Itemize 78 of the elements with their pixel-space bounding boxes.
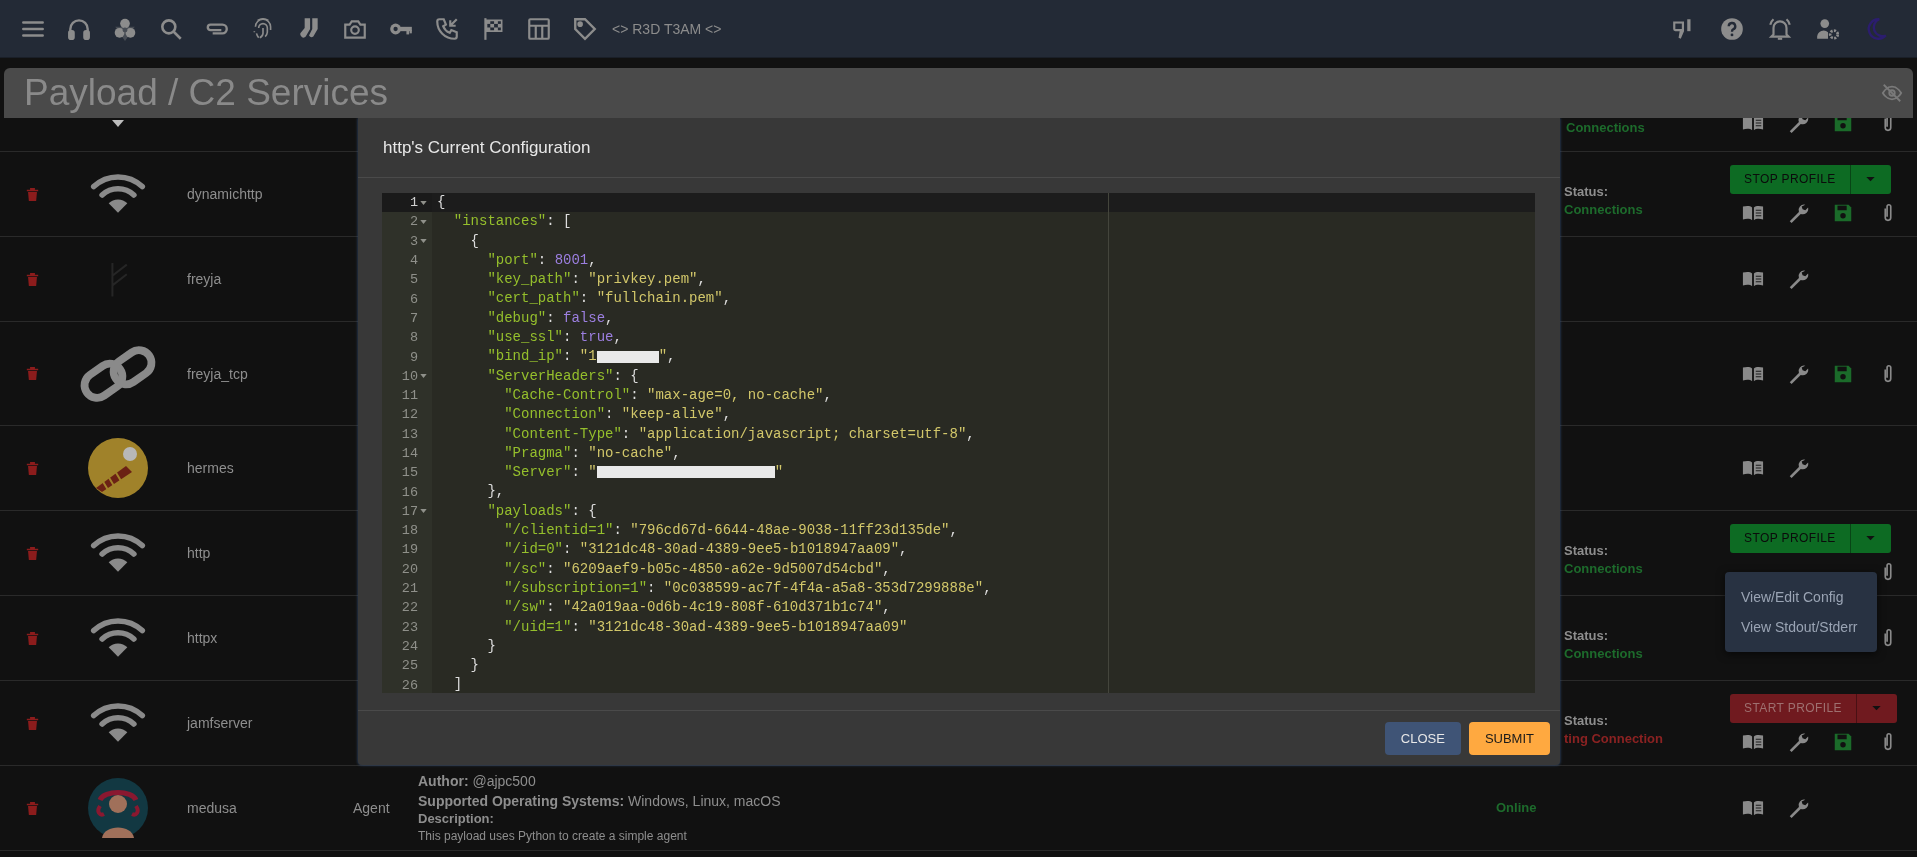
code-line: "/uid=1": "3121dc48-30ad-4389-9ee5-b1018947aa09": [503, 618, 908, 635]
code-line: "Connection": "keep-alive",: [503, 406, 732, 423]
code-line: "/sw": "42a019aa-0d6b-4c19-808f-610d371b1c74",: [503, 599, 891, 616]
line-number: 24: [401, 638, 418, 654]
code-line: "key_path": "privkey.pem",: [486, 271, 706, 288]
line-number: 14: [401, 446, 418, 461]
line-number: 18: [401, 523, 418, 539]
code-line: "use_ssl": true,: [486, 329, 622, 346]
line-number: 7: [409, 310, 418, 326]
description-text: This payload uses Python to create a simple agent: [418, 827, 688, 845]
line-number: 19: [401, 542, 418, 558]
code-line: "Cache-Control": "max-age=0, no-cache",: [503, 386, 832, 403]
status-value: Connections: [1564, 560, 1644, 578]
code-line: ]: [452, 676, 463, 693]
dialog-title: http's Current Configuration: [383, 137, 591, 158]
status-value: Connections: [1564, 201, 1644, 219]
payload-name: medusa: [187, 800, 237, 816]
status-label: Status:: [1564, 627, 1610, 645]
line-number: 21: [401, 581, 418, 597]
code-line: "instances": [: [452, 213, 572, 230]
payload-name: freyja_tcp: [187, 365, 248, 382]
line-number: 8: [409, 330, 418, 346]
code-line: "/id=0": "3121dc48-30ad-4389-9ee5-b1018947aa09",: [503, 541, 908, 558]
line-number: 2: [409, 214, 418, 230]
code-line: }: [486, 637, 496, 654]
code-line: {: [469, 232, 479, 249]
payload-name: jamfserver: [187, 715, 253, 731]
line-number: 20: [401, 561, 418, 577]
payload-name: httpx: [187, 630, 218, 646]
payload-type: Agent: [353, 800, 390, 816]
status-value: Online: [1496, 799, 1538, 817]
code-line: "cert_path": "fullchain.pem",: [486, 290, 732, 307]
code-line: "port": 8001,: [486, 251, 597, 268]
status-value: ting Connection: [1564, 730, 1664, 748]
line-number: 22: [401, 600, 418, 616]
code-line: "ServerHeaders": {: [486, 367, 639, 384]
line-number: 12: [401, 407, 418, 423]
code-line: "/clientid=1": "796cd67d-6644-48ae-9038-11ff23d135de",: [503, 522, 958, 539]
line-number: 15: [401, 465, 418, 481]
status-value: Connections: [1564, 645, 1644, 663]
code-line: "Server": " ": [503, 464, 784, 481]
description-label: Description:: [418, 810, 495, 826]
line-number: 16: [401, 484, 418, 500]
code-line: "bind_ip": "1 ",: [486, 348, 676, 365]
payload-name: dynamichttp: [187, 186, 263, 202]
detail-text: Supported Operating Systems: Windows, Linux, macOS: [418, 791, 782, 811]
code-line: }: [469, 657, 479, 674]
line-number: 17: [401, 503, 418, 519]
code-line: "payloads": {: [486, 502, 597, 519]
code-line: "Pragma": "no-cache",: [503, 444, 681, 461]
detail-text: Author: @ajpc500: [418, 771, 537, 791]
code-line: "debug": false,: [486, 309, 614, 326]
line-number: 1: [409, 195, 418, 211]
page-title: Payload / C2 Services: [24, 72, 388, 114]
status-label: Status:: [1564, 712, 1610, 730]
status-label: Status:: [1564, 542, 1610, 560]
status-value: Connections: [1566, 119, 1646, 137]
code-line: "/sc": "6209aef9-b05c-4850-a62e-9d5007d54cbd",: [503, 560, 891, 577]
payload-name: hermes: [187, 460, 234, 476]
line-number: 3: [409, 233, 418, 249]
line-number: 25: [401, 658, 418, 674]
code-line: "Content-Type": "application/javascript; charset=utf-8",: [503, 425, 975, 442]
line-number: 10: [401, 368, 418, 384]
code-line: },: [486, 483, 505, 500]
code-line: {: [437, 194, 446, 210]
line-number: 5: [409, 272, 418, 288]
line-number: 26: [401, 677, 418, 693]
payload-name: freyja: [187, 271, 222, 287]
line-number: 4: [409, 253, 418, 269]
line-number: 23: [401, 619, 418, 635]
line-number: 9: [409, 349, 418, 365]
team-label: <> R3D T3AM <>: [612, 20, 722, 37]
line-number: 11: [401, 388, 418, 404]
line-number: 13: [401, 426, 418, 442]
status-label: Status:: [1564, 183, 1610, 201]
payload-name: http: [187, 545, 211, 561]
line-number: 6: [409, 291, 418, 307]
code-line: "/subscription=1": "0c038599-ac7f-4f4a-a5a8-353d7299888e",: [503, 579, 992, 596]
